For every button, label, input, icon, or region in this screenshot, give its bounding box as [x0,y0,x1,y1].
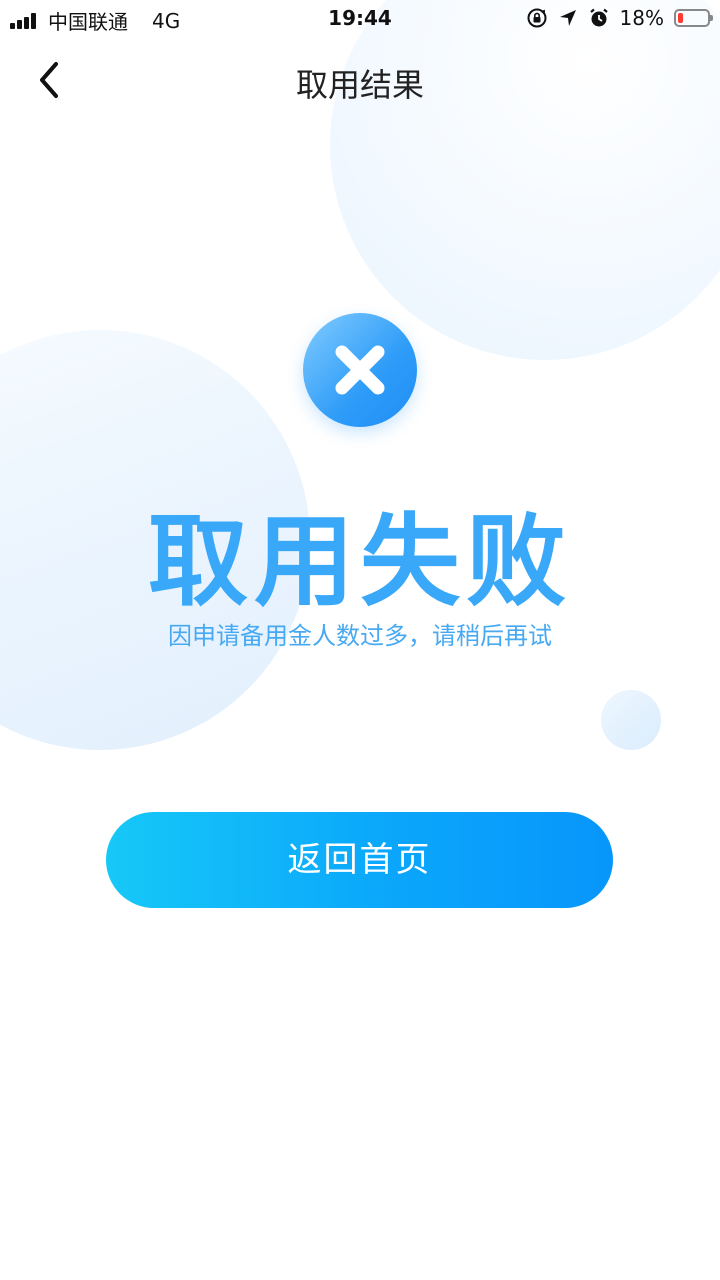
close-circle-icon [303,313,417,427]
status-bar: 中国联通 4G 19:44 18% [0,0,720,36]
result-title: 取用失败 [148,503,572,620]
battery-percent: 18% [619,6,664,30]
alarm-icon [589,8,608,27]
orientation-lock-icon [527,8,547,28]
result-message: 因申请备用金人数过多，请稍后再试 [168,622,552,650]
battery-level [678,13,683,23]
decorative-circle-small [601,690,661,750]
page-title: 取用结果 [295,66,424,104]
return-home-button[interactable]: 返回首页 [106,812,613,908]
battery-icon [674,9,713,27]
navigation-bar: 取用结果 [0,40,720,120]
status-right: 18% [526,6,713,30]
location-arrow-icon [559,10,576,26]
result-screen: 中国联通 4G 19:44 18% 取用结果 取用失败 因申请备用金人数过多，请… [0,0,720,1280]
close-icon [335,345,385,395]
